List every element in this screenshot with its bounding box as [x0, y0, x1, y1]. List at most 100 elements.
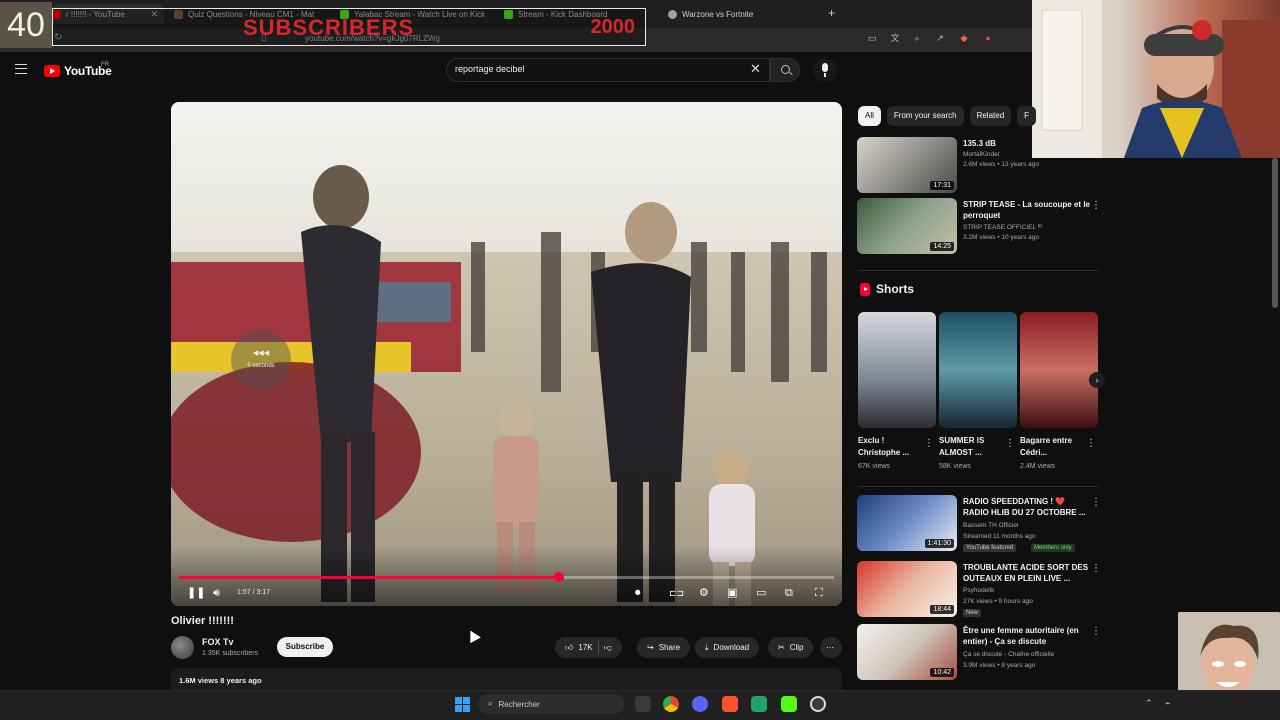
more-options-icon[interactable]: ⋮ [1091, 563, 1101, 574]
more-options-icon[interactable]: ⋮ [924, 438, 934, 449]
short-thumbnail[interactable] [1020, 312, 1098, 428]
fullscreen-icon[interactable]: ⛶ [815, 587, 823, 599]
share-arrow-icon: ↪ [647, 643, 654, 652]
video-thumbnail[interactable]: 10:42 [857, 624, 957, 680]
pause-icon[interactable]: ❚❚ [187, 587, 205, 599]
extension-icon[interactable]: ● [982, 32, 994, 44]
hamburger-menu-icon[interactable] [15, 64, 27, 74]
channel-name[interactable]: Bassem TH Officiel [963, 522, 1018, 529]
video-thumbnail[interactable]: 18:44 [857, 561, 957, 617]
recommended-video[interactable]: 18:44 TROUBLANTE ACIDE SORT DES OUTEAUX … [857, 561, 1101, 619]
discord-icon[interactable] [692, 696, 708, 712]
cast-icon[interactable]: ▭ [866, 32, 878, 44]
obs-icon[interactable] [810, 696, 826, 712]
video-title[interactable]: 135.3 dB [963, 138, 1091, 149]
like-thumb-icon[interactable]: 👍︎ [565, 643, 573, 653]
windows-start-icon[interactable] [455, 697, 470, 712]
short-thumbnail[interactable] [858, 312, 936, 428]
tray-chevron-up-icon[interactable]: ⌃ [1145, 698, 1153, 709]
chevron-right-icon[interactable]: › [1089, 372, 1105, 388]
subtitles-icon[interactable]: ⊏⊐ [669, 587, 684, 599]
volume-icon[interactable]: 🔊︎ [213, 587, 220, 599]
clip-button[interactable]: ✂ Clip [768, 637, 814, 658]
kick-app-icon[interactable] [781, 696, 797, 712]
video-title[interactable]: TROUBLANTE ACIDE SORT DES OUTEAUX EN PLE… [963, 562, 1091, 584]
short-title[interactable]: Exclu ! Christophe ... [858, 435, 926, 459]
share-page-icon[interactable]: ↗ [934, 32, 946, 44]
progress-scrubber[interactable] [553, 572, 564, 582]
spreadsheet-icon[interactable] [751, 696, 767, 712]
more-options-icon[interactable]: ⋮ [1005, 438, 1015, 449]
like-count[interactable]: 17K [578, 643, 592, 652]
recommended-video[interactable]: 10:42 Être une femme autoritaire (en ent… [857, 624, 1101, 682]
chip-all[interactable]: All [858, 106, 881, 126]
globe-favicon-icon [668, 9, 677, 19]
video-description-box[interactable]: 1.6M views 8 years ago [171, 668, 842, 690]
channel-avatar[interactable] [171, 636, 194, 659]
video-title[interactable]: Être une femme autoritaire (en entier) -… [963, 625, 1091, 647]
progress-bar[interactable] [179, 572, 834, 582]
download-button[interactable]: ⤓ Download [695, 637, 760, 658]
channel-name[interactable]: STRIP TEASE OFFICIEL ᶠᴿ [963, 224, 1042, 231]
subscribers-label: SUBSCRIBERS [243, 15, 415, 40]
chip-more[interactable]: F [1017, 106, 1037, 126]
short-item[interactable]: Exclu ! Christophe ... 67K views ⋮ [858, 312, 936, 477]
recommended-video[interactable]: 17:31 135.3 dB MortalKinder 2.6M views •… [857, 137, 1101, 195]
share-button[interactable]: ↪ Share [637, 637, 691, 658]
zoom-icon[interactable]: ⌕ [911, 32, 923, 44]
search-input[interactable] [455, 64, 745, 74]
chip-related[interactable]: Related [969, 106, 1012, 126]
short-thumbnail[interactable] [939, 312, 1017, 428]
translate-icon[interactable]: 文 [889, 32, 901, 44]
more-actions-button[interactable]: ⋯ [820, 637, 842, 658]
settings-gear-icon[interactable]: ⚙ [699, 587, 709, 599]
short-item[interactable]: Bagarre entre Cédri... 2.4M views ⋮ [1020, 312, 1098, 477]
recommended-video[interactable]: 1:41:30 RADIO SPEEDDATING ! ❤️ RADIO HLI… [857, 495, 1101, 553]
brave-shield-icon[interactable]: ◆ [958, 32, 970, 44]
video-title[interactable]: STRIP TEASE - La soucoupe et le perroque… [963, 199, 1091, 221]
tab-warzone[interactable]: Warzone vs Fortnite [668, 4, 818, 24]
video-thumbnail[interactable]: 14:25 [857, 198, 957, 254]
time-display: 1:57 / 3:17 [237, 589, 271, 596]
channel-name[interactable]: MortalKinder [963, 151, 1000, 158]
shorts-label: Shorts [876, 282, 915, 296]
channel-name[interactable]: Psyhodelik [963, 587, 994, 594]
brave-icon[interactable] [722, 696, 738, 712]
voice-search-mic-icon[interactable] [813, 58, 837, 82]
video-thumbnail[interactable]: 1:41:30 [857, 495, 957, 551]
dislike-thumb-icon[interactable]: 👎︎ [604, 643, 612, 653]
more-options-icon[interactable]: ⋮ [1091, 497, 1101, 508]
more-options-icon[interactable]: ⋮ [1091, 626, 1101, 637]
task-view-icon[interactable] [635, 696, 651, 712]
clip-label: Clip [789, 643, 804, 652]
video-meta: 3.9M views • 8 years ago [963, 662, 1036, 669]
network-icon[interactable]: ⌁ [1165, 698, 1170, 709]
video-title[interactable]: RADIO SPEEDDATING ! ❤️ RADIO HLIB DU 27 … [963, 496, 1091, 518]
channel-name[interactable]: Ça se discute - Chaîne officielle [963, 651, 1054, 658]
autoplay-toggle-icon[interactable]: ⏺ [635, 587, 641, 599]
like-dislike-group: 👍︎ 17K 👎︎ [555, 637, 622, 658]
short-title[interactable]: Bagarre entre Cédri... [1020, 435, 1088, 459]
channel-name[interactable]: FOX Tv [202, 637, 234, 647]
page-scrollbar[interactable] [1272, 158, 1278, 308]
taskbar-search[interactable]: ⌕ Rechercher [478, 694, 624, 714]
clear-search-icon[interactable]: ✕ [750, 62, 761, 76]
theater-mode-icon[interactable]: ▭ [756, 587, 766, 599]
miniplayer-icon[interactable]: ▣ [727, 587, 737, 599]
more-options-icon[interactable]: ⋮ [1091, 200, 1101, 211]
video-player[interactable]: ◂◂◂ 5 seconds ❚❚ 🔊︎ 1:57 / 3:17 ⏺ ⊏⊐ ⚙ ▣… [171, 102, 842, 606]
chip-from-your-search[interactable]: From your search [886, 106, 964, 126]
short-title[interactable]: SUMMER IS ALMOST ... [939, 435, 1007, 459]
more-options-icon[interactable]: ⋮ [1086, 438, 1096, 449]
search-button[interactable] [770, 58, 800, 82]
featured-badge: YouTube featured [963, 544, 1017, 552]
recommended-video[interactable]: 14:25 STRIP TEASE - La soucoupe et le pe… [857, 198, 1101, 256]
chrome-icon[interactable] [663, 696, 679, 712]
new-tab-icon[interactable]: + [828, 6, 835, 20]
cast-icon[interactable]: ⧉ [785, 587, 793, 599]
video-meta: Streamed 11 months ago [963, 533, 1036, 540]
short-item[interactable]: SUMMER IS ALMOST ... 58K views ⋮ [939, 312, 1017, 477]
video-thumbnail[interactable]: 17:31 [857, 137, 957, 193]
subscribe-button[interactable]: Subscribe [277, 637, 333, 657]
download-arrow-icon: ⤓ [705, 642, 709, 652]
